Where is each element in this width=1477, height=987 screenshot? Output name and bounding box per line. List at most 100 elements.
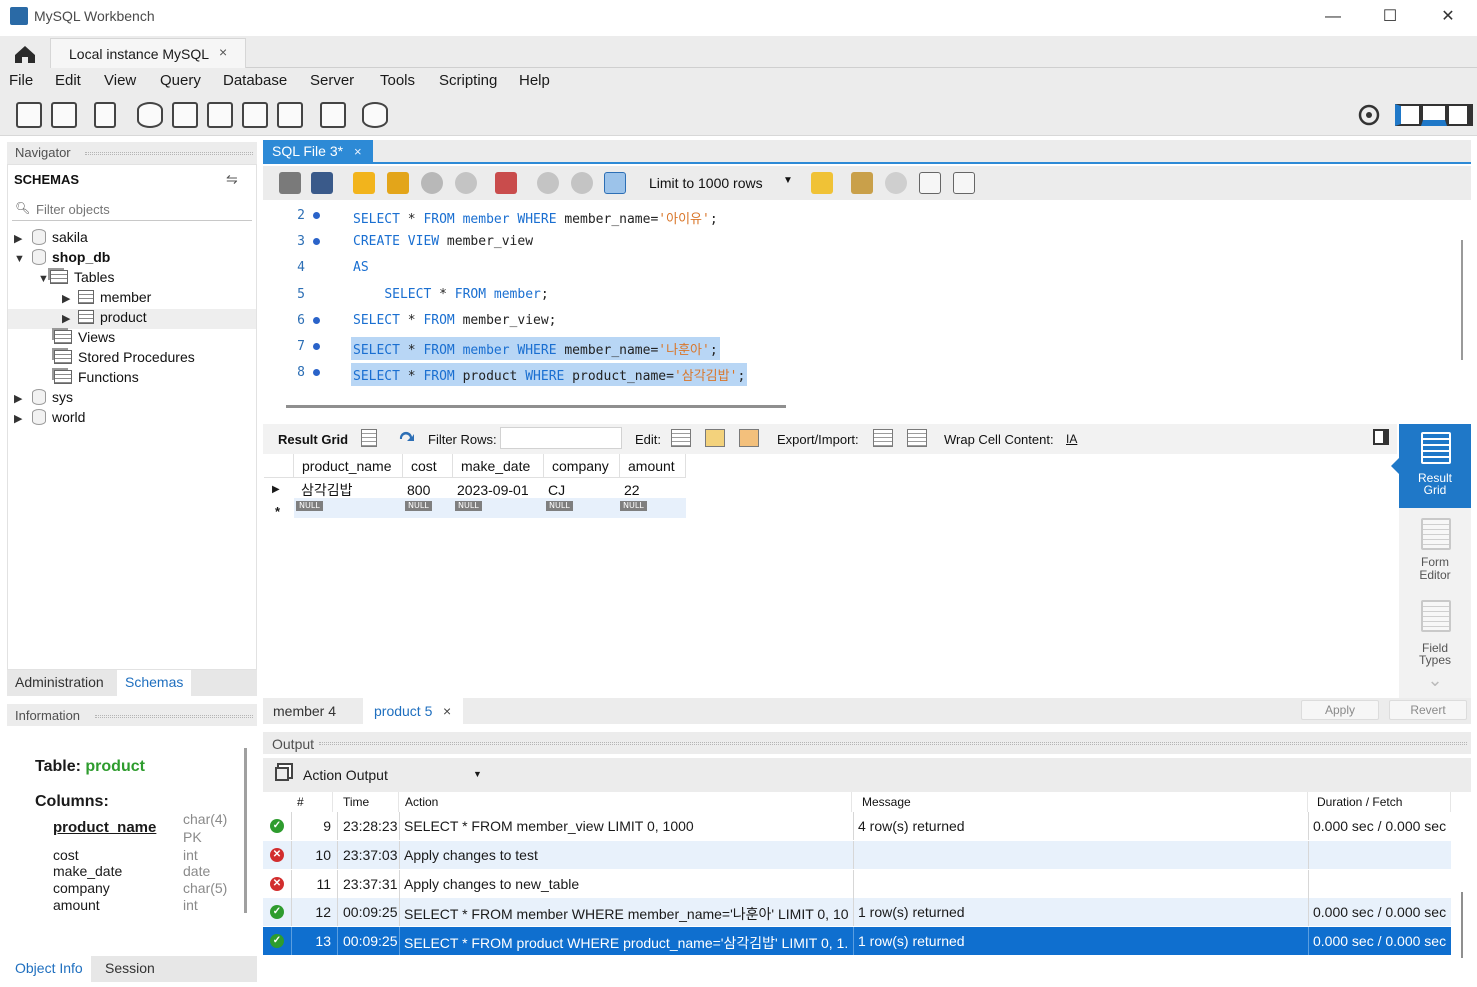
tree-item-product[interactable]: ▶ product — [8, 309, 256, 329]
open-sql-script-icon[interactable] — [51, 102, 77, 128]
invisible-chars-icon[interactable] — [919, 172, 941, 194]
grid-columns-icon[interactable] — [361, 429, 377, 447]
editor-vertical-scrollbar[interactable] — [1461, 240, 1463, 360]
menu-query[interactable]: Query — [160, 72, 201, 89]
create-table-icon[interactable] — [172, 102, 198, 128]
grid-cell[interactable]: 22 — [620, 480, 640, 500]
menu-help[interactable]: Help — [519, 72, 550, 89]
output-row[interactable]: ✕ 10 23:37:03 Apply changes to test — [263, 840, 1451, 869]
menu-server[interactable]: Server — [310, 72, 354, 89]
result-grid-label[interactable]: Result Grid — [278, 432, 348, 447]
menu-database[interactable]: Database — [223, 72, 287, 89]
tab-object-info[interactable]: Object Info — [7, 956, 91, 982]
toggle-error-icon[interactable] — [495, 172, 517, 194]
expand-arrow-icon[interactable]: ▶ — [62, 312, 74, 325]
create-procedure-icon[interactable] — [242, 102, 268, 128]
code-line[interactable]: 5 SELECT * FROM member; — [263, 281, 1453, 305]
wrap-lines-icon[interactable] — [953, 172, 975, 194]
output-scrollbar[interactable] — [1461, 892, 1463, 958]
tab-session[interactable]: Session — [105, 960, 155, 976]
export-icon[interactable] — [873, 429, 893, 447]
toggle-secondary-sidebar-icon[interactable] — [1447, 104, 1473, 126]
tree-item-views[interactable]: Views — [54, 329, 115, 349]
instance-tab[interactable]: Local instance MySQL × — [50, 38, 246, 68]
find-icon[interactable] — [885, 172, 907, 194]
explain-icon[interactable] — [421, 172, 443, 194]
expand-arrow-icon[interactable]: ▶ — [14, 392, 26, 405]
close-window-button[interactable]: ✕ — [1425, 4, 1471, 30]
new-sql-tab-icon[interactable] — [16, 102, 42, 128]
copy-icon[interactable] — [275, 767, 289, 781]
tab-schemas[interactable]: Schemas — [117, 670, 192, 696]
grid-header-product-name[interactable]: product_name — [294, 454, 403, 478]
tab-product-5-close-icon[interactable]: × — [443, 703, 451, 719]
reconnect-icon[interactable] — [362, 102, 388, 128]
menu-view[interactable]: View — [104, 72, 136, 89]
refresh-icon[interactable]: ⇋ — [226, 171, 238, 188]
inspector-icon[interactable] — [94, 102, 116, 128]
tree-item-world[interactable]: ▶ world — [14, 409, 85, 429]
tree-item-member[interactable]: ▶ member — [62, 289, 151, 309]
expand-arrow-icon[interactable]: ▶ — [62, 292, 74, 305]
grid-header-company[interactable]: company — [544, 454, 620, 478]
tree-item-shop-db[interactable]: ▼ shop_db — [14, 249, 110, 269]
tree-item-sakila[interactable]: ▶ sakila — [14, 229, 88, 249]
home-tab[interactable] — [0, 36, 50, 68]
create-view-icon[interactable] — [207, 102, 233, 128]
refresh-icon[interactable] — [397, 430, 417, 448]
filter-rows-input[interactable] — [500, 427, 622, 449]
output-row[interactable]: ✓ 9 23:28:23 SELECT * FROM member_view LIMI… — [263, 812, 1451, 840]
open-file-icon[interactable] — [279, 172, 301, 194]
menu-tools[interactable]: Tools — [380, 72, 415, 89]
scroll-down-chevron-icon[interactable]: ⌄ — [1399, 671, 1471, 689]
editor-horizontal-scrollbar[interactable] — [286, 405, 786, 408]
code-line[interactable]: 7 SELECT * FROM member WHERE member_name=… — [263, 333, 1453, 360]
apply-button[interactable]: Apply — [1301, 700, 1379, 720]
result-grid-view-button[interactable]: Result Grid — [1399, 424, 1471, 508]
grid-cell[interactable]: 2023-09-01 — [453, 480, 529, 500]
expand-arrow-icon[interactable]: ▶ — [14, 232, 26, 245]
create-schema-icon[interactable] — [137, 102, 163, 128]
field-types-icon[interactable] — [1421, 600, 1451, 632]
grid-cell[interactable]: CJ — [544, 480, 565, 500]
save-icon[interactable] — [311, 172, 333, 194]
tab-sql-file-3[interactable]: SQL File 3* × — [263, 140, 373, 164]
form-editor-icon[interactable] — [1421, 518, 1451, 550]
execute-icon[interactable] — [353, 172, 375, 194]
tree-item-tables[interactable]: ▼ Tables — [38, 269, 114, 289]
autocommit-icon[interactable] — [604, 172, 626, 194]
import-icon[interactable] — [907, 429, 927, 447]
menu-scripting[interactable]: Scripting — [439, 72, 497, 89]
beautify-icon[interactable] — [851, 172, 873, 194]
execute-current-icon[interactable] — [387, 172, 409, 194]
field-types-label-2[interactable]: Types — [1399, 654, 1471, 667]
toggle-panel-icon[interactable] — [1373, 429, 1389, 445]
insert-row-icon[interactable] — [705, 429, 725, 447]
toggle-output-icon[interactable] — [1421, 104, 1447, 126]
output-row[interactable]: ✓ 12 00:09:25 SELECT * FROM member WHERE me… — [263, 898, 1451, 927]
tree-item-stored-procedures[interactable]: Stored Procedures — [54, 349, 195, 369]
bookmark-star-icon[interactable] — [811, 172, 833, 194]
sql-tab-close-icon[interactable]: × — [354, 144, 362, 159]
toggle-sidebar-icon[interactable] — [1395, 104, 1421, 126]
grid-cell[interactable]: 800 — [403, 480, 430, 500]
minimize-button[interactable]: — — [1310, 4, 1356, 30]
tab-administration[interactable]: Administration — [15, 674, 104, 690]
edit-row-icon[interactable] — [671, 429, 691, 447]
wrap-cell-icon[interactable]: IA — [1066, 432, 1077, 446]
information-scrollbar[interactable] — [244, 748, 247, 913]
collapse-arrow-icon[interactable]: ▼ — [38, 273, 50, 285]
code-line[interactable]: 8 SELECT * FROM product WHERE product_nam… — [263, 359, 1453, 387]
code-line[interactable]: 2 SELECT * FROM member WHERE member_name=… — [263, 202, 1453, 227]
menu-edit[interactable]: Edit — [55, 72, 81, 89]
limit-dropdown-icon[interactable]: ▼ — [783, 175, 793, 186]
tab-product-5[interactable]: product 5 × — [363, 698, 463, 724]
delete-row-icon[interactable] — [739, 429, 759, 447]
grid-header-amount[interactable]: amount — [620, 454, 686, 478]
expand-arrow-icon[interactable]: ▶ — [14, 412, 26, 425]
code-line[interactable]: 6 SELECT * FROM member_view; — [263, 307, 1453, 331]
grid-header-cost[interactable]: cost — [403, 454, 453, 478]
rollback-icon[interactable] — [571, 172, 593, 194]
filter-objects-input[interactable] — [36, 199, 248, 219]
sql-editor[interactable]: 2 SELECT * FROM member WHERE member_name=… — [263, 200, 1453, 396]
